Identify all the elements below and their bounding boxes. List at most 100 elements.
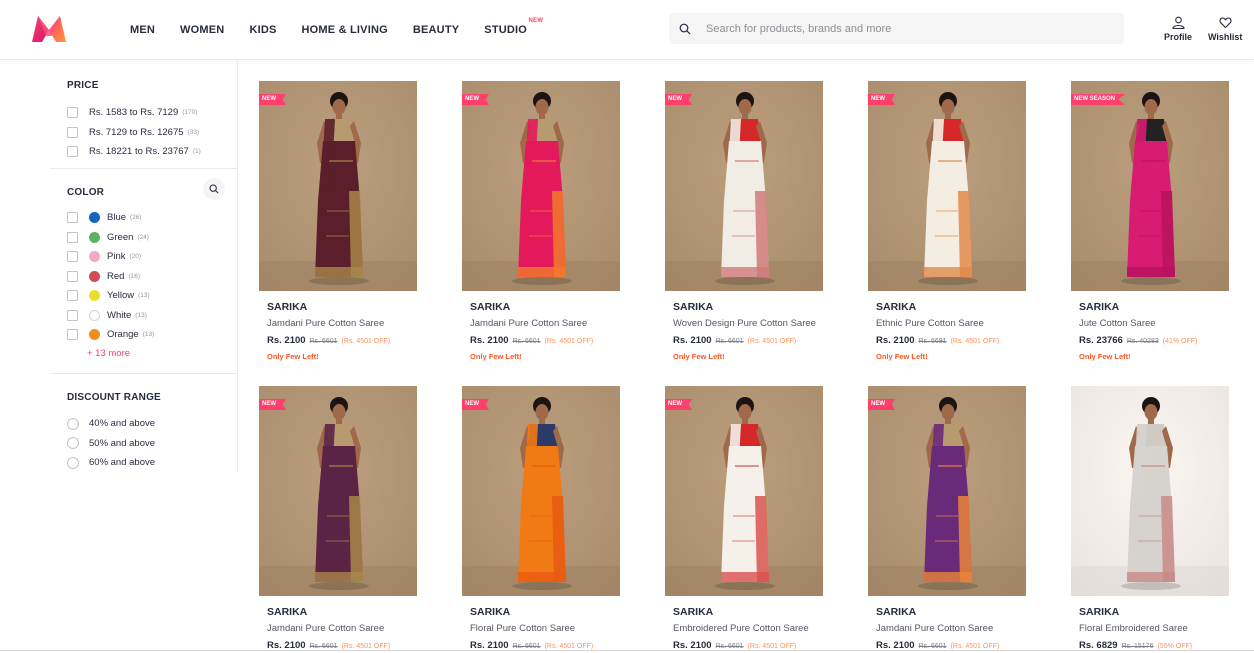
- search-input[interactable]: [706, 22, 1106, 35]
- new-tag: NEW: [665, 94, 692, 105]
- checkbox[interactable]: [67, 231, 78, 243]
- color-swatch: [89, 290, 100, 302]
- checkbox[interactable]: [67, 329, 78, 341]
- product-image-wrap[interactable]: NEW: [462, 81, 620, 291]
- checkbox[interactable]: [67, 126, 78, 138]
- wishlist-button[interactable]: Wishlist: [1208, 16, 1242, 42]
- product-card[interactable]: NEW SARIKA Woven Design Pure Cotton Sare…: [665, 81, 823, 361]
- product-discount: (Rs. 4501 OFF): [747, 338, 797, 345]
- product-mrp: Rs. 6601: [309, 338, 338, 345]
- product-mrp: Rs. 6601: [309, 643, 338, 650]
- checkbox[interactable]: [67, 270, 78, 282]
- color-option-white[interactable]: White (13): [67, 306, 237, 326]
- product-card[interactable]: NEW SARIKA Embroidered Pure Cotton Saree…: [665, 386, 823, 651]
- product-discount: (Rs. 4501 OFF): [950, 643, 1000, 650]
- radio-button[interactable]: [67, 456, 79, 469]
- discount-option[interactable]: 60% and above: [67, 453, 237, 473]
- search-icon: [679, 23, 691, 34]
- product-image-wrap[interactable]: NEW: [259, 81, 417, 291]
- search-bar: [669, 13, 1124, 44]
- color-option-red[interactable]: Red (16): [67, 267, 237, 287]
- color-more-link[interactable]: + 13 more: [87, 348, 237, 359]
- myntra-logo[interactable]: [30, 14, 68, 44]
- product-discount: (Rs. 4501 OFF): [950, 338, 1000, 345]
- product-mrp: Rs. 6601: [918, 643, 947, 650]
- checkbox[interactable]: [67, 290, 78, 302]
- product-card[interactable]: SARIKA Floral Embroidered Saree Rs. 6829…: [1071, 386, 1229, 651]
- product-card[interactable]: NEW SARIKA Floral Pure Cotton Saree Rs. …: [462, 386, 620, 651]
- product-image-wrap[interactable]: NEW: [259, 386, 417, 596]
- product-brand: SARIKA: [470, 301, 511, 313]
- nav-studio[interactable]: STUDIO NEW: [484, 18, 543, 36]
- product-info: SARIKA Jamdani Pure Cotton Saree Rs. 210…: [259, 301, 417, 361]
- product-image-wrap[interactable]: NEW: [462, 386, 620, 596]
- discount-option[interactable]: 40% and above: [67, 414, 237, 434]
- product-name: Jamdani Pure Cotton Saree: [267, 623, 385, 634]
- stock-status: Only Few Left!: [267, 352, 319, 361]
- nav-beauty[interactable]: BEAUTY: [413, 24, 459, 36]
- product-name: Jute Cotton Saree: [1079, 318, 1156, 329]
- checkbox[interactable]: [67, 309, 78, 321]
- product-image-wrap[interactable]: NEW: [868, 81, 1026, 291]
- product-price: Rs. 2100: [267, 335, 306, 346]
- product-image: [665, 81, 823, 291]
- product-card[interactable]: NEW SARIKA Jamdani Pure Cotton Saree Rs.…: [259, 386, 417, 651]
- product-name: Floral Pure Cotton Saree: [470, 623, 576, 634]
- color-swatch: [89, 212, 100, 224]
- color-option-orange[interactable]: Orange (13): [67, 325, 237, 345]
- product-brand: SARIKA: [876, 301, 917, 313]
- product-price: Rs. 2100: [470, 335, 509, 346]
- color-option-yellow[interactable]: Yellow (13): [67, 286, 237, 306]
- product-card[interactable]: NEW SARIKA Ethnic Pure Cotton Saree Rs. …: [868, 81, 1026, 361]
- product-image-wrap[interactable]: NEW: [868, 386, 1026, 596]
- nav-women[interactable]: WOMEN: [180, 24, 224, 36]
- product-mrp: Rs. 6601: [512, 643, 541, 650]
- color-option-blue[interactable]: Blue (26): [67, 208, 237, 228]
- price-filter-title: PRICE: [67, 80, 99, 91]
- product-brand: SARIKA: [673, 606, 714, 618]
- stock-status: Only Few Left!: [470, 352, 522, 361]
- product-info: SARIKA Floral Pure Cotton Saree Rs. 2100…: [462, 606, 620, 651]
- profile-icon: [1171, 16, 1185, 29]
- checkbox[interactable]: [67, 146, 78, 158]
- new-tag: NEW: [462, 399, 489, 410]
- color-search-button[interactable]: [203, 178, 225, 200]
- product-card[interactable]: NEW SARIKA Jamdani Pure Cotton Saree Rs.…: [462, 81, 620, 361]
- product-card[interactable]: NEW SEASON SARIKA Jute Cotton Saree Rs. …: [1071, 81, 1229, 361]
- nav-home-living[interactable]: HOME & LIVING: [302, 24, 388, 36]
- price-filter: PRICE Rs. 1583 to Rs. 7129 (170) Rs. 7129…: [50, 61, 237, 169]
- radio-button[interactable]: [67, 437, 79, 450]
- product-info: SARIKA Jamdani Pure Cotton Saree Rs. 210…: [259, 606, 417, 651]
- checkbox[interactable]: [67, 251, 78, 263]
- product-card[interactable]: NEW SARIKA Jamdani Pure Cotton Saree Rs.…: [259, 81, 417, 361]
- price-option[interactable]: Rs. 1583 to Rs. 7129 (170): [67, 103, 237, 123]
- stock-status: Only Few Left!: [1079, 352, 1131, 361]
- product-image-wrap[interactable]: NEW: [665, 81, 823, 291]
- nav-kids[interactable]: KIDS: [249, 24, 276, 36]
- divider: [0, 650, 1254, 651]
- color-swatch: [89, 270, 100, 282]
- color-option-pink[interactable]: Pink (20): [67, 247, 237, 267]
- new-tag: NEW SEASON: [1071, 94, 1126, 105]
- profile-button[interactable]: Profile: [1164, 16, 1192, 42]
- new-tag: NEW: [259, 94, 286, 105]
- profile-label: Profile: [1164, 32, 1193, 42]
- price-option[interactable]: Rs. 18221 to Rs. 23767 (1): [67, 142, 237, 162]
- product-image-wrap[interactable]: NEW SEASON: [1071, 81, 1229, 291]
- product-image-wrap[interactable]: NEW: [665, 386, 823, 596]
- nav-men[interactable]: MEN: [130, 24, 155, 36]
- discount-option[interactable]: 50% and above: [67, 434, 237, 454]
- product-card[interactable]: NEW SARIKA Jamdani Pure Cotton Saree Rs.…: [868, 386, 1026, 651]
- price-option[interactable]: Rs. 7129 to Rs. 12675 (33): [67, 123, 237, 143]
- product-discount: (Rs. 4501 OFF): [747, 643, 797, 650]
- checkbox[interactable]: [67, 212, 78, 224]
- product-info: SARIKA Jamdani Pure Cotton Saree Rs. 210…: [868, 606, 1026, 651]
- checkbox[interactable]: [67, 107, 78, 119]
- radio-button[interactable]: [67, 417, 79, 430]
- color-option-green[interactable]: Green (24): [67, 228, 237, 248]
- header: MEN WOMEN KIDS HOME & LIVING BEAUTY STUD…: [0, 0, 1254, 60]
- product-discount: (55% OFF): [1157, 643, 1193, 650]
- product-image-wrap[interactable]: [1071, 386, 1229, 596]
- product-image: [868, 386, 1026, 596]
- product-mrp: Rs. 6601: [715, 338, 744, 345]
